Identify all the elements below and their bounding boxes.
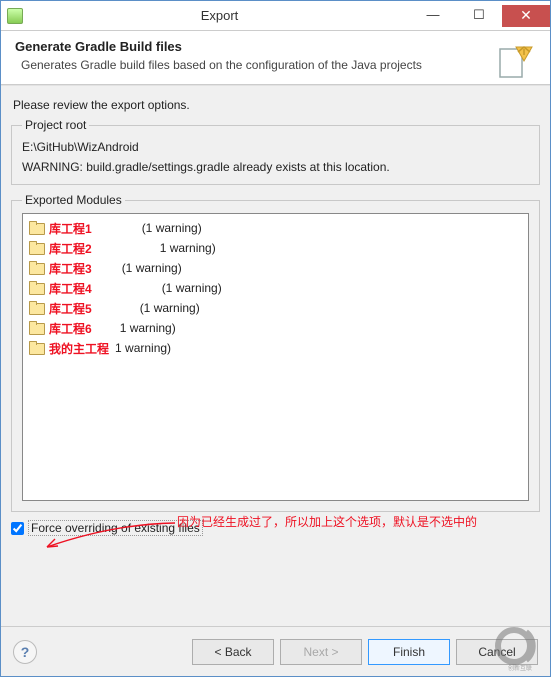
banner-description: Generates Gradle build files based on th… bbox=[21, 58, 536, 72]
redaction-box bbox=[94, 261, 122, 275]
folder-icon bbox=[29, 321, 45, 335]
app-icon bbox=[7, 8, 23, 24]
banner-heading: Generate Gradle Build files bbox=[15, 39, 536, 54]
module-label: 库工程2 bbox=[49, 240, 92, 257]
redaction-box bbox=[94, 301, 140, 315]
folder-icon bbox=[29, 221, 45, 235]
project-root-warning: WARNING: build.gradle/settings.gradle al… bbox=[22, 160, 529, 174]
module-warning: 1 warning) bbox=[120, 321, 176, 335]
module-label: 库工程3 bbox=[49, 260, 92, 277]
list-item[interactable]: 库工程4 (1 warning) bbox=[29, 278, 522, 298]
finish-button[interactable]: Finish bbox=[368, 639, 450, 665]
module-label: 库工程1 bbox=[49, 220, 92, 237]
help-button[interactable]: ? bbox=[13, 640, 37, 664]
module-warning: (1 warning) bbox=[162, 281, 222, 295]
list-item[interactable]: 库工程1 (1 warning) bbox=[29, 218, 522, 238]
instruction-text: Please review the export options. bbox=[13, 98, 538, 112]
module-label: 库工程5 bbox=[49, 300, 92, 317]
exported-modules-group: Exported Modules 库工程1 (1 warning) 库工程2 1 wa… bbox=[11, 193, 540, 512]
title-bar: Export — ☐ ✕ bbox=[1, 1, 550, 31]
list-item[interactable]: 我的主工程 1 warning) bbox=[29, 338, 522, 358]
module-label: 库工程4 bbox=[49, 280, 92, 297]
list-item[interactable]: 库工程5 (1 warning) bbox=[29, 298, 522, 318]
list-item[interactable]: 库工程3 (1 warning) bbox=[29, 258, 522, 278]
project-root-path: E:\GitHub\WizAndroid bbox=[22, 140, 529, 154]
export-icon bbox=[494, 41, 536, 83]
folder-icon bbox=[29, 301, 45, 315]
module-label: 库工程6 bbox=[49, 320, 92, 337]
button-bar: ? < Back Next > Finish Cancel bbox=[1, 626, 550, 676]
folder-icon bbox=[29, 241, 45, 255]
back-button[interactable]: < Back bbox=[192, 639, 274, 665]
modules-list[interactable]: 库工程1 (1 warning) 库工程2 1 warning) 库工程3 (1 warn… bbox=[22, 213, 529, 501]
annotation-arrow-icon bbox=[43, 520, 177, 550]
redaction-box bbox=[94, 321, 120, 335]
window-title: Export bbox=[29, 8, 410, 23]
redaction-box bbox=[94, 241, 160, 255]
module-warning: (1 warning) bbox=[122, 261, 182, 275]
redaction-box bbox=[94, 221, 142, 235]
maximize-button[interactable]: ☐ bbox=[456, 5, 502, 27]
content-area: Please review the export options. Projec… bbox=[1, 85, 550, 645]
minimize-button[interactable]: — bbox=[410, 5, 456, 27]
module-warning: 1 warning) bbox=[115, 341, 171, 355]
header-banner: Generate Gradle Build files Generates Gr… bbox=[1, 31, 550, 85]
exported-modules-legend: Exported Modules bbox=[22, 193, 125, 207]
force-override-checkbox[interactable] bbox=[11, 522, 24, 535]
list-item[interactable]: 库工程6 1 warning) bbox=[29, 318, 522, 338]
cancel-button[interactable]: Cancel bbox=[456, 639, 538, 665]
module-warning: (1 warning) bbox=[142, 221, 202, 235]
close-button[interactable]: ✕ bbox=[502, 5, 550, 27]
next-button: Next > bbox=[280, 639, 362, 665]
module-warning: (1 warning) bbox=[140, 301, 200, 315]
folder-icon bbox=[29, 341, 45, 355]
redaction-box bbox=[94, 281, 162, 295]
folder-icon bbox=[29, 281, 45, 295]
project-root-legend: Project root bbox=[22, 118, 89, 132]
project-root-group: Project root E:\GitHub\WizAndroid WARNIN… bbox=[11, 118, 540, 185]
annotation-text: 因为已经生成过了，所以加上这个选项，默认是不选中的 bbox=[177, 513, 477, 530]
list-item[interactable]: 库工程2 1 warning) bbox=[29, 238, 522, 258]
folder-icon bbox=[29, 261, 45, 275]
module-label: 我的主工程 bbox=[49, 340, 109, 357]
module-warning: 1 warning) bbox=[160, 241, 216, 255]
